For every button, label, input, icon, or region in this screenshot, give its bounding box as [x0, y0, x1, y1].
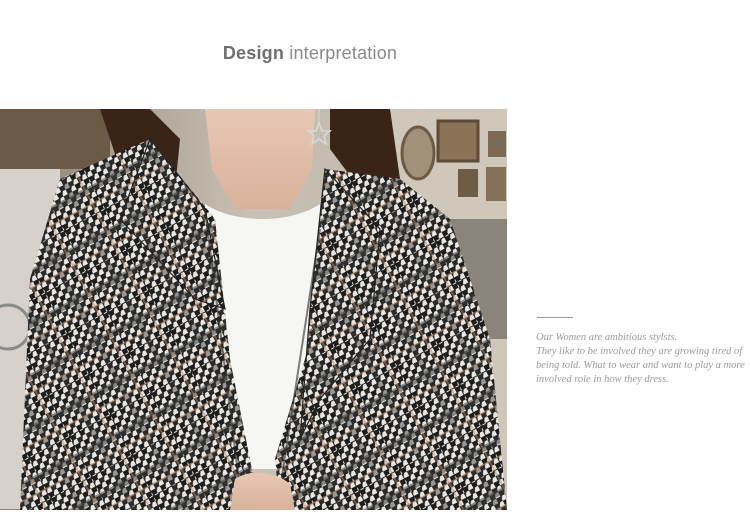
caption-text: Our Women are ambitious stylsts. They li…: [536, 331, 750, 387]
caption-line-2: They like to be involved they are growin…: [536, 346, 745, 385]
heading-bold-text: Design: [222, 43, 285, 63]
caption-divider: [537, 317, 573, 318]
heading-light-text: interpretation: [284, 43, 398, 63]
caption-line-1: Our Women are ambitious stylsts.: [536, 332, 678, 343]
model-photo: [0, 109, 507, 510]
section-heading: Design interpretation: [0, 43, 620, 64]
